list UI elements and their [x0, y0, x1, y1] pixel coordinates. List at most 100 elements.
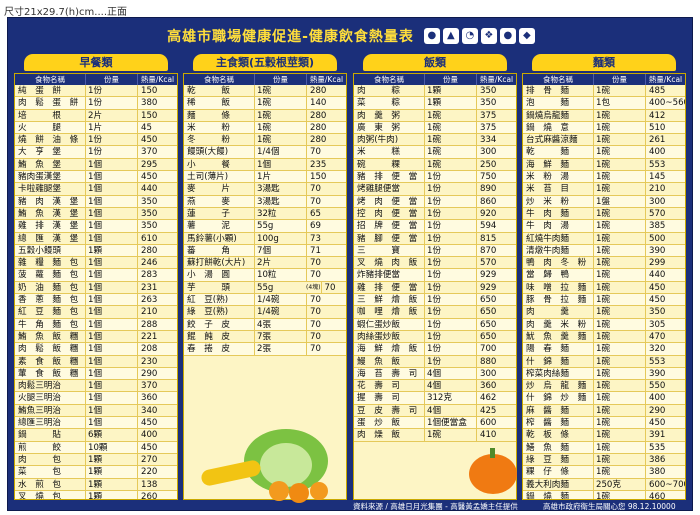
portion: 1碗 — [593, 429, 645, 441]
calories: 440 — [645, 269, 685, 281]
table-row: 麵 條 1碗 280 — [184, 109, 346, 122]
main-title: 高雄市職場健康促進-健康飲食熱量表 — [167, 29, 414, 45]
portion: 3湯匙 — [254, 195, 306, 207]
fish-icon: ❖ — [480, 28, 497, 44]
table-row: 乾 麵 1碗 400 — [523, 146, 685, 159]
food-name: 火腿三明治 — [18, 393, 61, 404]
calories: 570 — [645, 207, 685, 220]
table-row: 乾 板 條 1碗 391 — [523, 429, 685, 442]
food-name: 當 歸 鴨 — [526, 270, 569, 281]
food-name: 三 鮮 燴 飯 — [357, 295, 418, 306]
portion: 1個 — [85, 380, 137, 392]
portion: 1個 — [85, 355, 137, 367]
table-row: 粿 仔 條 1碗 380 — [523, 466, 685, 479]
pumpkin-shape — [469, 454, 517, 494]
food-name: 乾 飯 — [187, 86, 230, 96]
calories: 270 — [137, 453, 177, 466]
table-row: 海 鮮 麵 1碗 553 — [523, 158, 685, 172]
portion: 1份 — [424, 306, 476, 318]
column-noodles: 麵類 食物名稱份量熱量/Kcal排 骨 麵1碗485泡 麵1包400~560鍋燒… — [522, 54, 686, 500]
calorie-board: 高雄市職場健康促進-健康飲食熱量表 ● ▲ ◔ ❖ ● ◆ 早餐類 食物名稱 份量… — [7, 17, 693, 511]
table-row: 肉粥(牛肉) 1碗 334 — [354, 134, 516, 147]
food-name: 海 鮮 麵 — [526, 159, 569, 170]
calories: 570 — [476, 257, 516, 269]
portion: 312克 — [424, 392, 476, 404]
food-name: 鮪 魚 堡 — [18, 159, 61, 170]
calories: 450 — [645, 281, 685, 294]
calories: 375 — [476, 121, 516, 134]
calories: 70 — [306, 306, 346, 318]
column-breakfast: 早餐類 食物名稱 份量 熱量/Kcal 純 蛋 餅 1份 150 肉 鬆 蛋 餅 1份 380 培… — [14, 54, 178, 500]
food-table: 食物名稱 份量 熱量/Kcal 純 蛋 餅 1份 150 肉 鬆 蛋 餅 1份 380 培 根 2片… — [14, 73, 178, 500]
calories: 45 — [137, 121, 177, 134]
portion: 1份 — [424, 330, 476, 343]
header-portion: 份量 — [254, 74, 306, 85]
table-row: 鮪 魚 堡 1個 295 — [15, 158, 177, 172]
portion: 1份 — [424, 207, 476, 220]
portion: 1份 — [85, 85, 137, 97]
table-row: 味 噌 拉 麵 1碗 450 — [523, 281, 685, 295]
food-name: 奶 油 麵 包 — [18, 282, 79, 293]
portion: 1個 — [85, 343, 137, 355]
portion: 1碗 — [593, 417, 645, 429]
table-row: 紅 豆(熟) 1/4碗 70 — [184, 294, 346, 307]
portion: 1份 — [424, 244, 476, 257]
calories: 450 — [137, 171, 177, 183]
table-row: 什 錦 麵 1碗 553 — [523, 355, 685, 368]
table-row: 卡啦雞腿堡 1個 440 — [15, 183, 177, 196]
food-name: 控 肉 便 當 — [357, 208, 418, 219]
table-row: 蘇打餅乾(大片) 2片 70 — [184, 257, 346, 270]
calories: 283 — [137, 269, 177, 281]
food-name: 五穀小饅頭 — [18, 245, 61, 256]
table-row: 握 壽 司 312克 462 — [354, 392, 516, 405]
table-row: 榨菜肉絲麵 1碗 390 — [523, 367, 685, 381]
table-row: 培 根 2片 150 — [15, 109, 177, 122]
calories: 350 — [137, 207, 177, 220]
calories: 70 — [306, 257, 346, 269]
food-name: 豚 骨 拉 麵 — [526, 295, 587, 306]
table-row: 叉 燒 肉 飯 1份 570 — [354, 257, 516, 270]
calories: 700 — [476, 343, 516, 355]
portion: 1個 — [254, 158, 306, 171]
food-name: 綠 豆(熟) — [187, 307, 229, 318]
food-table: 食物名稱份量熱量/Kcal排 骨 麵1碗485泡 麵1包400~560鍋燒烏龍麵… — [522, 73, 686, 500]
portion: 1個 — [85, 232, 137, 244]
table-row: 豬 排 便 當 1份 750 — [354, 171, 516, 184]
food-name: 菠 蘿 麵 包 — [18, 270, 79, 281]
calories: 70 — [306, 343, 346, 355]
table-row: 三 寶 1份 870 — [354, 244, 516, 258]
table-row: 紅燒牛肉麵 1碗 500 — [523, 232, 685, 245]
food-name: 餃 子 皮 — [187, 319, 230, 330]
food-name: 餛 飩 皮 — [187, 331, 230, 342]
portion: 1碗 — [593, 109, 645, 121]
food-name: 大 亨 堡 — [18, 147, 61, 158]
calories: 150 — [137, 85, 177, 97]
table-row: 麻 醬 麵 1碗 290 — [523, 404, 685, 418]
food-name: 土司(薄片) — [187, 172, 229, 183]
table-row: 奶 油 麵 包 1個 231 — [15, 281, 177, 295]
table-row: 燒 餅 油 條 1份 450 — [15, 134, 177, 147]
calories: 650 — [476, 294, 516, 306]
portion: 1盤 — [593, 195, 645, 207]
table-row: 海 鮮 燴 飯 1份 700 — [354, 343, 516, 356]
table-row: 蕃 角 7個 71 — [184, 244, 346, 258]
food-name: 芋 頭 — [187, 282, 230, 293]
calories: 650 — [476, 306, 516, 318]
title-icons: ● ▲ ◔ ❖ ● ◆ — [423, 28, 535, 44]
food-name: 烤雞腿便當 — [357, 184, 400, 195]
portion: 1碗 — [593, 257, 645, 269]
portion: 1個 — [85, 183, 137, 195]
food-name: 菜 包 — [18, 467, 61, 478]
food-name: 鍋 燒 意 — [526, 122, 569, 133]
calories: 370 — [137, 380, 177, 392]
table-row: 豬 腳 便 當 1份 815 — [354, 232, 516, 245]
pumpkin-stem-shape — [490, 448, 495, 458]
food-name: 總 匯 漢 堡 — [18, 233, 79, 244]
calories: 400 — [137, 429, 177, 441]
portion: 1碗 — [593, 453, 645, 466]
table-row: 米 苔 目 1碗 210 — [523, 183, 685, 196]
table-row: 炸豬排便當 1份 929 — [354, 269, 516, 282]
food-name: 煎 餃 — [18, 442, 61, 453]
portion: 1碗 — [593, 490, 645, 499]
column-title: 飯類 — [363, 54, 507, 71]
